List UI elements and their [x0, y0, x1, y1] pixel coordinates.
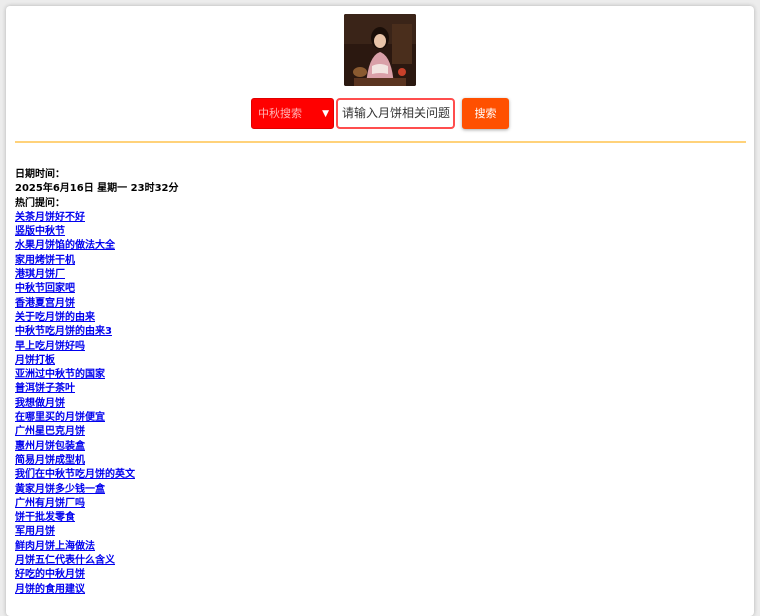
hot-question-link[interactable]: 中秋节回家吧 [15, 283, 75, 294]
list-item: 香港夏宫月饼 [15, 297, 735, 311]
hot-question-link[interactable]: 关茶月饼好不好 [15, 212, 85, 223]
hot-question-link[interactable]: 香港夏宫月饼 [15, 298, 75, 309]
date-value: 2025年6月16日 星期一 23时32分 [15, 183, 179, 195]
hot-question-link[interactable]: 中秋节吃月饼的由来3 [15, 326, 112, 337]
hot-question-link[interactable]: 竖版中秋节 [15, 226, 65, 237]
hot-question-link[interactable]: 饼干批发零食 [15, 512, 75, 523]
list-item: 早上吃月饼好吗 [15, 340, 735, 354]
hot-question-link[interactable]: 我想做月饼 [15, 398, 65, 409]
list-item: 中秋节回家吧 [15, 282, 735, 296]
list-item: 普洱饼子茶叶 [15, 382, 735, 396]
hot-question-link[interactable]: 关于吃月饼的由来 [15, 312, 95, 323]
list-item: 好吃的中秋月饼 [15, 568, 735, 582]
list-item: 亚洲过中秋节的国家 [15, 368, 735, 382]
hot-question-link[interactable]: 好吃的中秋月饼 [15, 569, 85, 580]
list-item: 关茶月饼好不好 [15, 211, 735, 225]
hot-questions-label: 热门提问： [15, 197, 65, 209]
hot-question-link[interactable]: 普洱饼子茶叶 [15, 383, 75, 394]
list-item: 简易月饼成型机 [15, 454, 735, 468]
list-item: 军用月饼 [15, 525, 735, 539]
list-item: 家用烤饼干机 [15, 254, 735, 268]
list-item: 竖版中秋节 [15, 225, 735, 239]
hot-question-link[interactable]: 军用月饼 [15, 526, 55, 537]
hot-question-link[interactable]: 水果月饼馅的做法大全 [15, 240, 115, 251]
hot-questions-list: 关茶月饼好不好 竖版中秋节水果月饼馅的做法大全 家用烤饼干机 港琪月饼厂中秋节回家吧香… [15, 211, 735, 597]
hot-question-link[interactable]: 我们在中秋节吃月饼的英文 [15, 469, 135, 480]
category-select[interactable]: 中秋搜索 ▼ [251, 98, 334, 129]
list-item: 我想做月饼 [15, 397, 735, 411]
hot-question-link[interactable]: 月饼打板 [15, 355, 55, 366]
search-input[interactable]: 请输入月饼相关问题 [336, 98, 455, 129]
list-item: 惠州月饼包装盒 [15, 440, 735, 454]
hot-question-link[interactable]: 在哪里买的月饼便宜 [15, 412, 105, 423]
search-button[interactable]: 搜索 [462, 98, 509, 129]
list-item: 月饼打板 [15, 354, 735, 368]
main-card: 中秋搜索 ▼ 请输入月饼相关问题 搜索 日期时间： 2025年6月16日 星期一… [6, 6, 754, 616]
hot-question-link[interactable]: 简易月饼成型机 [15, 455, 85, 466]
list-item: 广州有月饼厂吗 [15, 497, 735, 511]
hot-question-link[interactable]: 月饼的食用建议 [15, 584, 85, 595]
info-section: 日期时间： 2025年6月16日 星期一 23时32分 热门提问： 关茶月饼好不… [15, 168, 735, 597]
hot-question-link[interactable]: 广州星巴克月饼 [15, 426, 85, 437]
list-item: 饼干批发零食 [15, 511, 735, 525]
list-item: 广州星巴克月饼 [15, 425, 735, 439]
hot-question-link[interactable]: 惠州月饼包装盒 [15, 441, 85, 452]
hot-question-link[interactable]: 鲜肉月饼上海做法 [15, 541, 95, 552]
list-item: 水果月饼馅的做法大全 [15, 239, 735, 253]
hot-question-link[interactable]: 港琪月饼厂 [15, 269, 65, 280]
list-item: 中秋节吃月饼的由来3 [15, 325, 735, 339]
hot-question-link[interactable]: 亚洲过中秋节的国家 [15, 369, 105, 380]
list-item: 在哪里买的月饼便宜 [15, 411, 735, 425]
list-item: 我们在中秋节吃月饼的英文 [15, 468, 735, 482]
list-item: 月饼五仁代表什么含义 [15, 554, 735, 568]
list-item: 黄家月饼多少钱一盒 [15, 483, 735, 497]
hot-question-link[interactable]: 黄家月饼多少钱一盒 [15, 484, 105, 495]
list-item: 月饼的食用建议 [15, 583, 735, 597]
list-item: 关于吃月饼的由来 [15, 311, 735, 325]
chevron-down-icon: ▼ [322, 109, 329, 119]
hot-question-link[interactable]: 月饼五仁代表什么含义 [15, 555, 115, 566]
date-label: 日期时间： [15, 169, 65, 180]
hot-question-link[interactable]: 早上吃月饼好吗 [15, 341, 85, 352]
divider [15, 141, 746, 143]
list-item: 鲜肉月饼上海做法 [15, 540, 735, 554]
hot-question-link[interactable]: 家用烤饼干机 [15, 255, 75, 266]
hot-question-link[interactable]: 广州有月饼厂吗 [15, 498, 85, 509]
category-select-value: 中秋搜索 [258, 107, 302, 120]
list-item: 港琪月饼厂 [15, 268, 735, 282]
site-logo-image [344, 14, 416, 86]
